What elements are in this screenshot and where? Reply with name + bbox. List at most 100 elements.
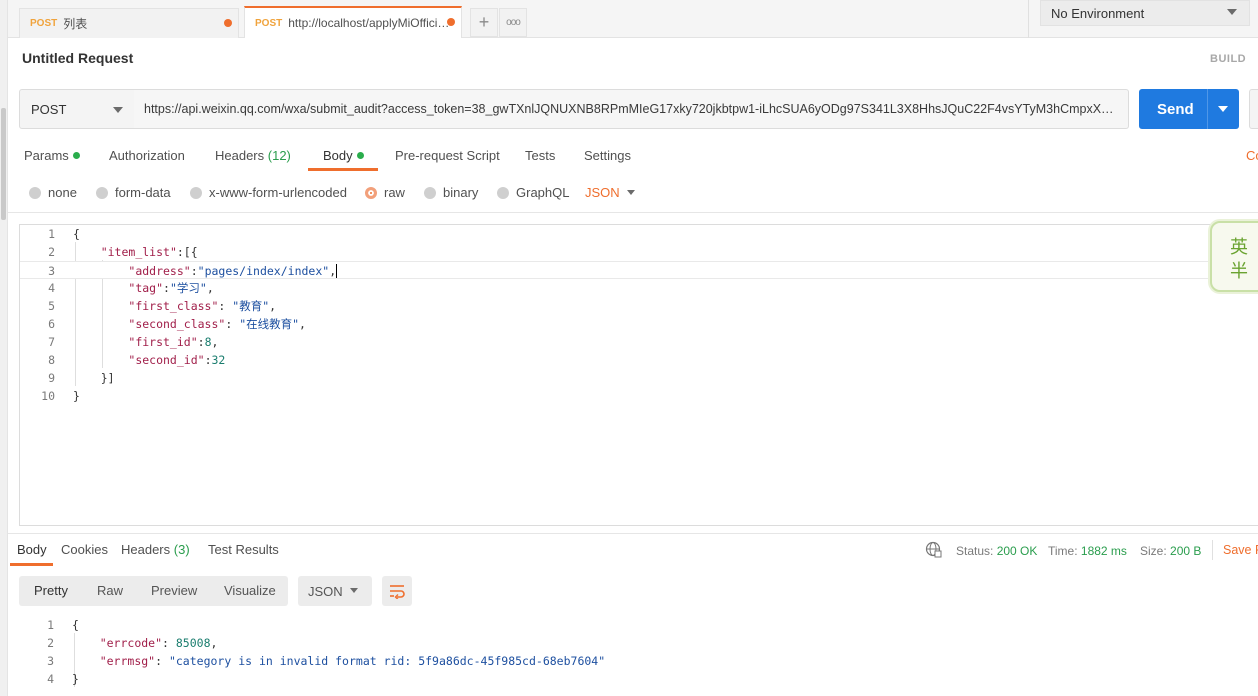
response-body-viewer[interactable]: 1{2 "errcode": 85008, 3 "errmsg": "catego…	[19, 616, 1019, 696]
code-text: "errcode": 85008,	[99, 636, 218, 650]
view-raw[interactable]: Raw	[97, 583, 123, 598]
chevron-down-icon	[113, 107, 123, 113]
code-line[interactable]: 4}	[19, 670, 1019, 688]
response-format-select[interactable]: JSON	[298, 576, 372, 606]
wrap-lines-button[interactable]	[382, 576, 412, 606]
more-tabs-button[interactable]: ooo	[499, 8, 527, 37]
tab-authorization[interactable]: Authorization	[109, 148, 185, 163]
view-pretty[interactable]: Pretty	[34, 583, 68, 598]
line-number: 1	[48, 227, 55, 241]
code-text: "item_list":[{	[100, 245, 198, 259]
body-type-none[interactable]: none	[29, 185, 77, 200]
globe-icon[interactable]	[925, 541, 942, 558]
body-format-select[interactable]: JSON	[585, 185, 620, 200]
time-value[interactable]: 1882 ms	[1081, 544, 1127, 558]
format-label: JSON	[308, 583, 343, 599]
code-line[interactable]: 6 "second_class": "在线教育",	[20, 315, 1258, 333]
code-line[interactable]: 1{	[20, 225, 1258, 243]
response-tab-cookies[interactable]: Cookies	[61, 542, 108, 557]
code-line[interactable]: 2 "errcode": 85008,	[19, 634, 1019, 652]
request-tab-2[interactable]: POST http://localhost/applyMiOfficia...	[244, 6, 462, 38]
status-dot-icon	[72, 152, 80, 159]
send-label: Send	[1157, 100, 1194, 118]
tab-body[interactable]: Body	[323, 148, 364, 163]
view-visualize[interactable]: Visualize	[224, 583, 276, 598]
radio-icon	[29, 186, 41, 199]
radio-icon	[190, 186, 202, 199]
code-line[interactable]: 9 }]	[20, 369, 1258, 387]
tab-label: Test Results	[208, 542, 279, 557]
code-line[interactable]: 8 "second_id":32	[20, 351, 1258, 369]
radio-label: x-www-form-urlencoded	[209, 185, 347, 200]
line-number: 1	[47, 618, 54, 632]
tab-pre-request-script[interactable]: Pre-request Script	[395, 148, 500, 163]
tab-headers[interactable]: Headers (12)	[215, 148, 291, 163]
line-number: 3	[48, 264, 55, 278]
tab-label: Pre-request Script	[395, 148, 500, 163]
size-value[interactable]: 200 B	[1170, 544, 1201, 558]
build-mode-label[interactable]: BUILD	[1210, 53, 1246, 65]
code-text: {	[73, 227, 80, 241]
chevron-down-icon[interactable]	[1218, 106, 1228, 112]
code-line[interactable]: 3 "address":"pages/index/index",	[20, 261, 1258, 279]
tab-label: Settings	[584, 148, 631, 163]
status-value[interactable]: 200 OK	[997, 544, 1038, 558]
code-line[interactable]: 2 "item_list":[{	[20, 243, 1258, 261]
wrap-lines-icon	[390, 585, 405, 599]
body-type-form-data[interactable]: form-data	[96, 185, 171, 200]
body-type-binary[interactable]: binary	[424, 185, 478, 200]
body-type-raw[interactable]: raw	[365, 185, 405, 200]
code-text: "second_class": "在线教育",	[128, 317, 306, 331]
save-response-button[interactable]: Save R	[1223, 543, 1258, 557]
line-number: 2	[47, 636, 54, 650]
tab-count: (12)	[267, 148, 291, 163]
active-tab-indicator	[308, 168, 378, 171]
tab-settings[interactable]: Settings	[584, 148, 631, 163]
radio-label: GraphQL	[516, 185, 570, 200]
ime-width-label[interactable]: 半	[1230, 257, 1248, 283]
code-line[interactable]: 4 "tag":"学习",	[20, 279, 1258, 297]
code-text: {	[72, 618, 79, 632]
ime-toolbar[interactable]: 英 半	[1210, 221, 1258, 292]
size-label: Size:	[1140, 544, 1167, 558]
line-number: 4	[47, 672, 54, 686]
add-tab-button[interactable]: +	[470, 8, 498, 37]
url-text: https://api.weixin.qq.com/wxa/submit_aud…	[144, 102, 1118, 116]
tab-label: Tests	[525, 148, 556, 163]
request-tab-1[interactable]: POST 列表	[19, 8, 239, 38]
code-text: }	[72, 672, 79, 686]
tab-tests[interactable]: Tests	[525, 148, 555, 163]
request-body-editor[interactable]: 1{2 "item_list":[{3 "address":"pages/ind…	[19, 224, 1258, 526]
tab-params[interactable]: Params	[24, 148, 80, 163]
radio-icon	[497, 186, 509, 199]
code-line[interactable]: 7 "first_id":8,	[20, 333, 1258, 351]
line-number: 3	[47, 654, 54, 668]
body-type-urlencoded[interactable]: x-www-form-urlencoded	[190, 185, 347, 200]
url-input[interactable]: https://api.weixin.qq.com/wxa/submit_aud…	[134, 89, 1129, 129]
response-tab-test-results[interactable]: Test Results	[208, 542, 279, 557]
code-line[interactable]: 1{	[19, 616, 1019, 634]
request-title[interactable]: Untitled Request	[22, 50, 133, 66]
code-line[interactable]: 3 "errmsg": "category is in invalid form…	[19, 652, 1019, 670]
response-tab-body[interactable]: Body	[17, 542, 47, 557]
radio-label: raw	[384, 185, 405, 200]
body-type-graphql[interactable]: GraphQL	[497, 185, 569, 200]
code-line[interactable]: 5 "first_class": "教育",	[20, 297, 1258, 315]
scrollbar-thumb[interactable]	[1, 108, 6, 220]
send-button[interactable]: Send	[1139, 89, 1239, 129]
code-line[interactable]: 10}	[20, 387, 1258, 405]
chevron-down-icon[interactable]	[627, 190, 635, 195]
view-preview[interactable]: Preview	[151, 583, 197, 598]
response-tab-headers[interactable]: Headers (3)	[121, 542, 190, 557]
save-button[interactable]	[1249, 89, 1258, 129]
tab-label: Authorization	[109, 148, 185, 163]
divider	[1028, 0, 1029, 38]
method-select[interactable]: POST	[19, 89, 135, 129]
environment-select[interactable]: No Environment	[1040, 0, 1250, 26]
cookies-link[interactable]: Co	[1246, 148, 1258, 163]
sidebar-scroll-strip[interactable]	[0, 0, 8, 696]
chevron-down-icon	[350, 588, 358, 593]
ime-mode-label[interactable]: 英	[1230, 233, 1248, 259]
status-label: Status:	[956, 544, 994, 558]
radio-icon	[424, 186, 436, 199]
